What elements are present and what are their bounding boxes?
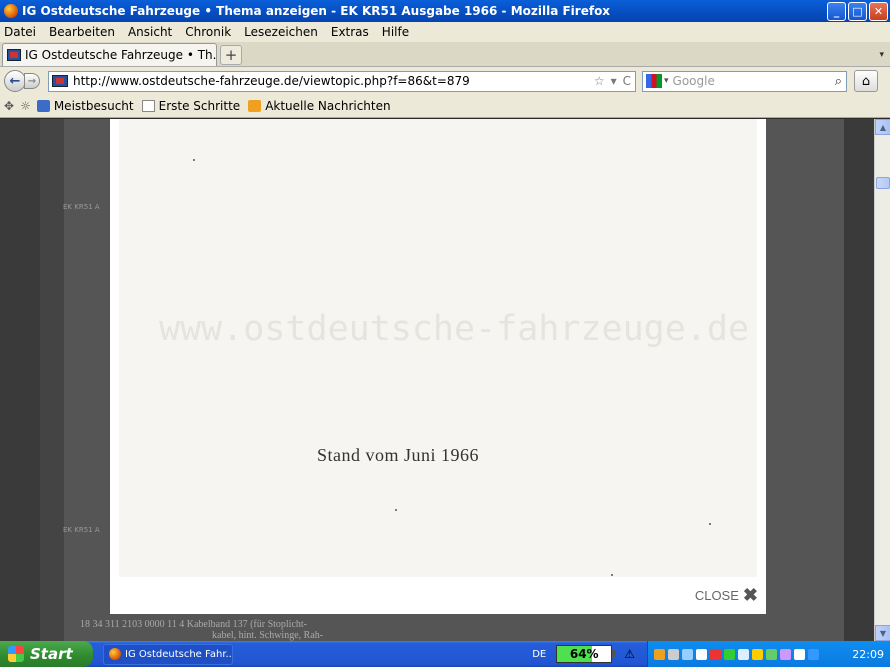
navigation-toolbar: ← → http://www.ostdeutsche-fahrzeuge.de/… [0,67,890,95]
language-indicator[interactable]: DE [532,649,546,660]
scan-speck [709,523,711,525]
tab-ig-ostdeutsche[interactable]: IG Ostdeutsche Fahrzeuge • Th... [2,43,217,66]
reload-icon[interactable]: C [623,74,631,88]
lightbox-close-button[interactable]: CLOSE ✖ [695,586,758,604]
tab-list-chevron-icon[interactable]: ▾ [879,50,884,60]
taskbar-item-firefox[interactable]: IG Ostdeutsche Fahr... [103,643,233,665]
search-engine-dropdown-icon[interactable]: ▾ [664,76,669,86]
minimize-button[interactable]: _ [827,1,846,21]
url-history-dropdown-icon[interactable]: ▾ [611,74,617,88]
bookmarks-toolbar: ✥ ☼ Meistbesucht Erste Schritte Aktuelle… [0,95,890,118]
home-button[interactable]: ⌂ [854,70,878,92]
menu-hilfe[interactable]: Hilfe [382,25,409,39]
windows-logo-icon [8,646,24,662]
firefox-icon [109,648,121,660]
battery-tip [612,650,617,658]
warning-icon[interactable]: ⚠ [624,647,635,661]
tray-network-icon[interactable] [668,648,679,660]
menu-bar: Datei Bearbeiten Ansicht Chronik Lesezei… [0,22,890,42]
start-button[interactable]: Start [0,641,93,667]
taskbar: Start IG Ostdeutsche Fahr... DE 64% ⚠ 22… [0,641,890,667]
menu-chronik[interactable]: Chronik [185,25,231,39]
vertical-scrollbar[interactable]: ▲ ▼ [874,119,890,641]
battery-percent: 64% [569,647,599,661]
table-row-fragment: 18 34 311 2103 0000 11 4 Kabelband 137 (… [80,619,308,630]
scrollbar-thumb[interactable] [876,177,890,189]
bookmark-star-icon[interactable]: ☆ [594,74,605,88]
url-bar[interactable]: http://www.ostdeutsche-fahrzeuge.de/view… [48,70,636,92]
site-favicon-icon [7,49,21,61]
bookmark-label: Aktuelle Nachrichten [265,99,391,113]
clock[interactable]: 22:09 [852,648,884,661]
drag-move-icon[interactable]: ✥ [4,99,14,113]
tray-volume-icon[interactable] [794,648,805,660]
bookmark-label: Erste Schritte [158,99,241,113]
page-content: EK KR51 A EK KR51 A 18 34 311 2103 0000 … [0,119,874,641]
search-magnifier-icon[interactable]: ⌕ [835,74,846,89]
tray-display-icon[interactable] [738,648,749,660]
tray-power-icon[interactable] [752,648,763,660]
table-row-fragment-2: kabel, hint. Schwinge, Rah- [212,630,324,641]
close-label: CLOSE [694,587,739,603]
firefox-icon [4,4,18,18]
bookmark-meistbesucht[interactable]: Meistbesucht [36,99,134,113]
watermark: www.ostdeutsche-fahrzeuge.de [159,309,750,349]
maximize-button[interactable]: □ [848,1,867,21]
tab-label: IG Ostdeutsche Fahrzeuge • Th... [25,48,217,62]
tray-security-icon[interactable] [710,648,721,660]
google-engine-icon[interactable] [646,74,662,88]
close-window-button[interactable]: ✕ [869,1,888,21]
tray-antivirus-icon[interactable] [766,648,777,660]
battery-meter[interactable]: 64% [556,645,613,663]
tray-signal-icon[interactable] [724,648,735,660]
meistbesucht-icon [36,100,50,112]
start-label: Start [30,645,73,663]
scan-speck [611,574,613,576]
forward-button[interactable]: → [24,73,40,89]
menu-bearbeiten[interactable]: Bearbeiten [49,25,115,39]
site-identity-icon[interactable] [52,75,68,87]
tab-bar: IG Ostdeutsche Fahrzeuge • Th... + ▾ [0,42,890,67]
menu-ansicht[interactable]: Ansicht [128,25,172,39]
tray-settings-icon[interactable] [808,648,819,660]
search-bar[interactable]: ▾ Google ⌕ [642,70,847,92]
back-button[interactable]: ← [4,70,26,92]
menu-extras[interactable]: Extras [331,25,369,39]
tray-update-icon[interactable] [780,648,791,660]
window-controls: _ □ ✕ [827,1,888,21]
menu-lesezeichen[interactable]: Lesezeichen [244,25,318,39]
rss-icon [248,100,262,112]
throbber-icon: ☼ [20,99,31,113]
page-icon [141,100,155,112]
system-tray: 22:09 [647,641,890,667]
scan-caption: Stand vom Juni 1966 [317,445,480,465]
close-icon: ✖ [742,585,758,605]
tray-app-icon[interactable] [654,648,665,660]
scan-speck [193,159,195,161]
menu-datei[interactable]: Datei [4,25,36,39]
scroll-up-icon[interactable]: ▲ [875,119,890,135]
url-input[interactable]: http://www.ostdeutsche-fahrzeuge.de/view… [73,74,594,88]
taskbar-item-label: IG Ostdeutsche Fahr... [125,648,233,660]
window-title: IG Ostdeutsche Fahrzeuge • Thema anzeige… [22,4,611,18]
scan-speck [395,509,397,511]
tray-bluetooth-icon[interactable] [696,648,707,660]
window-titlebar: IG Ostdeutsche Fahrzeuge • Thema anzeige… [0,0,890,22]
post-label-top: EK KR51 A [63,203,100,211]
bookmark-label: Meistbesucht [53,99,134,113]
lightbox-dialog: www.ostdeutsche-fahrzeuge.de Stand vom J… [110,119,766,614]
new-tab-button[interactable]: + [220,45,242,65]
bookmark-aktuelle-nachrichten[interactable]: Aktuelle Nachrichten [248,99,391,113]
tray-sync-icon[interactable] [682,648,693,660]
scanned-page-image: www.ostdeutsche-fahrzeuge.de Stand vom J… [119,119,757,577]
scroll-down-icon[interactable]: ▼ [875,625,890,641]
post-label-bottom: EK KR51 A [63,526,100,534]
bookmark-erste-schritte[interactable]: Erste Schritte [141,99,241,113]
search-input[interactable]: Google [673,74,835,88]
